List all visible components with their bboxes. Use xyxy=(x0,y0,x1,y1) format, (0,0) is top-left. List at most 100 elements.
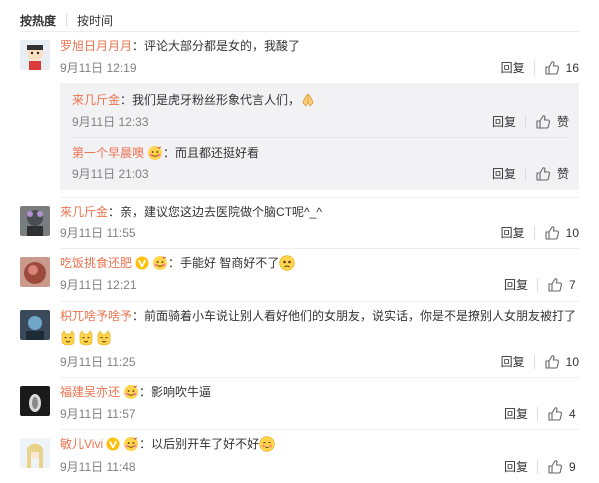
colon: ： xyxy=(120,93,133,107)
username-link[interactable]: 第一个早晨噢 xyxy=(72,145,144,161)
action-separator xyxy=(524,167,526,181)
comment-text: 评论大部分都是女的，我酸了 xyxy=(144,39,301,53)
reply-divider xyxy=(72,137,569,138)
colon: ： xyxy=(139,385,152,399)
fan-badge-icon xyxy=(123,436,139,452)
colon: ： xyxy=(139,437,152,451)
sort-by-time-tab[interactable]: 按时间 xyxy=(77,12,113,29)
avatar[interactable] xyxy=(20,438,50,468)
like-label[interactable]: 赞 xyxy=(557,114,569,130)
comment-timestamp: 9月11日 11:57 xyxy=(60,407,136,421)
comment-timestamp: 9月11日 11:25 xyxy=(60,355,136,369)
reply-button[interactable]: 回复 xyxy=(501,60,525,76)
action-separator xyxy=(533,226,535,240)
thumb-up-icon[interactable] xyxy=(535,114,551,130)
action-separator xyxy=(537,407,538,421)
comment-text: 以后别开车了好不好 xyxy=(151,437,260,451)
row-divider xyxy=(60,301,579,302)
reply-text: 而且都还挺好看 xyxy=(175,146,260,160)
colon: ： xyxy=(132,309,145,323)
thumb-up-icon[interactable] xyxy=(535,166,551,182)
fan-badge-icon xyxy=(147,145,163,161)
comment-text: 手能好 智商好不了 xyxy=(180,256,280,270)
fan-badge-icon xyxy=(152,255,168,271)
action-separator xyxy=(537,278,538,292)
thumb-up-icon[interactable] xyxy=(547,406,563,422)
reply-button[interactable]: 回复 xyxy=(501,354,525,370)
comment-timestamp: 9月11日 11:55 xyxy=(60,226,136,240)
reply-timestamp: 9月11日 21:03 xyxy=(72,167,149,181)
action-separator xyxy=(537,460,538,474)
reply-button[interactable]: 回复 xyxy=(504,459,528,475)
colon: ： xyxy=(108,205,121,219)
avatar[interactable] xyxy=(20,386,50,416)
cat-face-emoji xyxy=(60,330,76,346)
emoji-row xyxy=(60,330,112,346)
thumb-up-icon[interactable] xyxy=(544,354,560,370)
colon: ： xyxy=(132,39,145,53)
sort-by-hot-tab[interactable]: 按热度 xyxy=(20,12,56,29)
username-link[interactable]: 来几斤金 xyxy=(60,204,108,220)
worried-face-emoji xyxy=(279,255,295,271)
reply-button[interactable]: 回复 xyxy=(492,114,516,130)
username-link[interactable]: 枳兀啥予啥予 xyxy=(60,308,132,324)
comment-timestamp: 9月11日 12:21 xyxy=(60,278,137,292)
like-label[interactable]: 赞 xyxy=(557,166,569,182)
row-divider xyxy=(60,429,579,430)
comment-line: 罗旭日月月月 ： 评论大部分都是女的，我酸了 xyxy=(60,38,300,54)
sort-bar: 按热度 按时间 xyxy=(20,11,113,29)
username-link[interactable]: 罗旭日月月月 xyxy=(60,38,132,54)
comment-line: 来几斤金 ： 亲，建议您这边去医院做个脑CT呢^_^ xyxy=(60,204,322,220)
thumb-up-icon[interactable] xyxy=(544,60,560,76)
avatar[interactable] xyxy=(20,257,50,287)
like-count: 16 xyxy=(565,61,579,75)
username-link[interactable]: 吃饭挑食还肥 xyxy=(60,255,132,271)
reply-button[interactable]: 回复 xyxy=(501,225,525,241)
comment-actions: 回复 16 xyxy=(501,60,579,76)
comment-line: 福建吴亦还 ： 影响吹牛逼 xyxy=(60,384,211,400)
like-count: 9 xyxy=(569,460,576,474)
reply-button[interactable]: 回复 xyxy=(492,166,516,182)
pray-hands-emoji xyxy=(300,92,316,108)
comment-timestamp: 9月11日 11:48 xyxy=(60,460,136,474)
reply-button[interactable]: 回复 xyxy=(504,406,528,422)
reply-text: 我们是虎牙粉丝形象代言人们， xyxy=(132,93,301,107)
username-link[interactable]: 福建吴亦还 xyxy=(60,384,120,400)
colon: ： xyxy=(168,256,181,270)
avatar[interactable] xyxy=(20,206,50,236)
row-divider xyxy=(60,197,579,198)
reply-actions: 回复 赞 xyxy=(492,166,569,182)
cat-face-emoji xyxy=(96,330,112,346)
comment-text: 前面骑着小车说让别人看好他们的女朋友，说实话，你是不是撩别人女朋友被打了 xyxy=(144,309,577,323)
comment-line: 敏儿Vivi ： 以后别开车了好不好 xyxy=(60,436,275,452)
vip-v-icon xyxy=(135,256,149,270)
fan-badge-icon xyxy=(123,384,139,400)
username-link[interactable]: 敏儿Vivi xyxy=(60,436,103,452)
avatar[interactable] xyxy=(20,310,50,340)
thumb-up-icon[interactable] xyxy=(547,277,563,293)
comment-text: 亲，建议您这边去医院做个脑CT呢^_^ xyxy=(120,205,322,219)
comment-line: 枳兀啥予啥予 ： 前面骑着小车说让别人看好他们的女朋友，说实话，你是不是撩别人女… xyxy=(60,308,576,324)
row-divider xyxy=(60,377,579,378)
comment-actions: 回复 10 xyxy=(501,354,579,370)
shy-face-emoji xyxy=(259,436,275,452)
thumb-up-icon[interactable] xyxy=(544,225,560,241)
reply-actions: 回复 赞 xyxy=(492,114,569,130)
sort-separator xyxy=(66,14,68,26)
username-link[interactable]: 来几斤金 xyxy=(72,92,120,108)
comment-actions: 回复 7 xyxy=(504,277,579,293)
action-separator xyxy=(533,355,535,369)
comment-actions: 回复 10 xyxy=(501,225,579,241)
thumb-up-icon[interactable] xyxy=(547,459,563,475)
action-separator xyxy=(524,115,526,129)
vip-v-icon xyxy=(106,437,120,451)
row-divider xyxy=(60,248,579,249)
reply-button[interactable]: 回复 xyxy=(504,277,528,293)
reply-line: 第一个早晨噢 ： 而且都还挺好看 xyxy=(72,145,259,161)
avatar[interactable] xyxy=(20,40,50,70)
comment-actions: 回复 4 xyxy=(504,406,579,422)
comment-line: 吃饭挑食还肥 ： 手能好 智商好不了 xyxy=(60,255,295,271)
like-count: 4 xyxy=(569,407,576,421)
like-count: 7 xyxy=(569,278,576,292)
comment-actions: 回复 9 xyxy=(504,459,579,475)
